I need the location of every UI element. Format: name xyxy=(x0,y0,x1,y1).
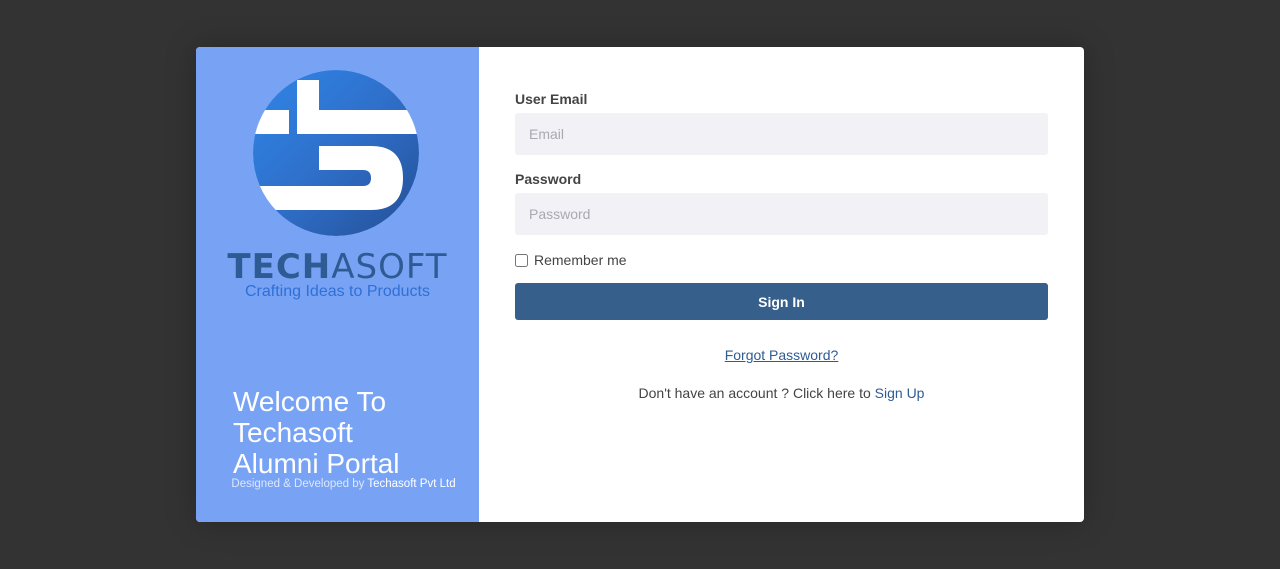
welcome-line-3: Alumni Portal xyxy=(233,448,400,479)
brand-name: TECHASOFT xyxy=(196,247,479,287)
forgot-password: Forgot Password? xyxy=(515,347,1048,363)
branding-panel: TECHASOFT Crafting Ideas to Products Wel… xyxy=(196,47,479,522)
login-card: TECHASOFT Crafting Ideas to Products Wel… xyxy=(196,47,1084,522)
welcome-line-2: Techasoft xyxy=(233,417,353,448)
remember-me-checkbox[interactable] xyxy=(515,253,528,267)
password-label: Password xyxy=(515,171,582,187)
password-field[interactable] xyxy=(515,193,1048,235)
credit-company: Techasoft Pvt Ltd xyxy=(367,478,456,490)
email-label: User Email xyxy=(515,91,588,107)
sign-in-button[interactable]: Sign In xyxy=(515,283,1048,320)
signup-prompt: Don't have an account ? Click here to Si… xyxy=(515,385,1048,401)
brand-tagline: Crafting Ideas to Products xyxy=(245,283,430,300)
forgot-password-link[interactable]: Forgot Password? xyxy=(725,347,839,363)
credit-prefix: Designed & Developed by xyxy=(231,478,368,490)
welcome-heading: Welcome To Techasoft Alumni Portal xyxy=(233,386,463,479)
brand-name-light: ASOFT xyxy=(331,247,448,287)
brand-name-bold: TECH xyxy=(227,247,332,287)
remember-me-label: Remember me xyxy=(534,252,627,268)
email-field[interactable] xyxy=(515,113,1048,155)
remember-me[interactable]: Remember me xyxy=(515,252,627,268)
footer-credit: Designed & Developed by Techasoft Pvt Lt… xyxy=(196,478,491,490)
techasoft-logo-icon xyxy=(253,70,419,236)
welcome-line-1: Welcome To xyxy=(233,386,387,417)
signup-prompt-text: Don't have an account ? Click here to xyxy=(638,385,875,401)
sign-up-link[interactable]: Sign Up xyxy=(875,385,925,401)
